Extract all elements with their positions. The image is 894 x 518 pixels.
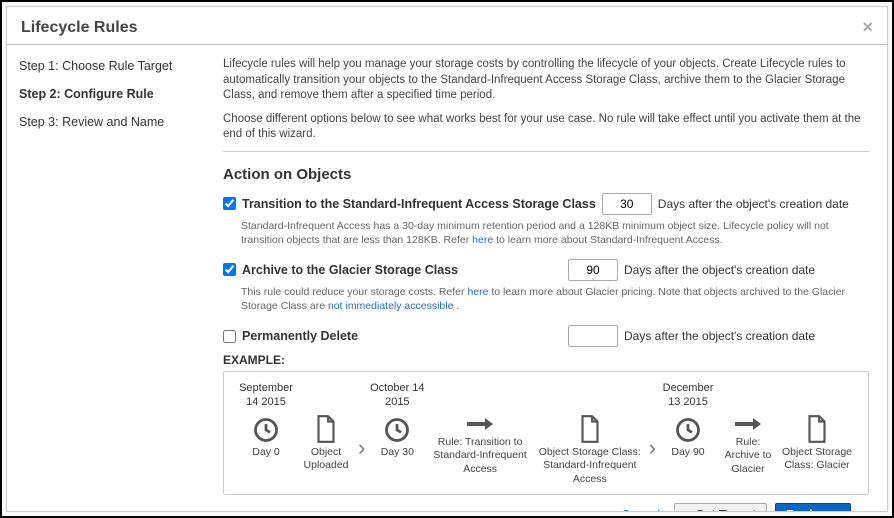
transition-help-suffix: to learn more about Standard-Infrequent … bbox=[493, 234, 722, 246]
transition-help-text: Standard-Infrequent Access has a 30-day … bbox=[241, 219, 869, 247]
archive-help-link[interactable]: here bbox=[467, 286, 488, 298]
chevron-right-icon: › bbox=[649, 407, 656, 461]
timeline-item-uploaded: Object Uploaded bbox=[298, 382, 354, 472]
divider bbox=[223, 151, 869, 152]
dialog-header: Lifecycle Rules × bbox=[7, 7, 887, 45]
delete-days-input[interactable] bbox=[568, 325, 618, 347]
timeline-caption: Rule: Transition to Standard-Infrequent … bbox=[429, 436, 531, 475]
timeline-item-day30: October 14 2015 Day 30 bbox=[369, 382, 425, 459]
timeline-item-class-glacier: Object Storage Class: Glacier bbox=[780, 382, 854, 472]
dialog-footer: Cancel < Set Target Review > bbox=[223, 495, 869, 511]
timeline-item-rule-transition: Rule: Transition to Standard-Infrequent … bbox=[429, 382, 531, 475]
archive-help-prefix: This rule could reduce your storage cost… bbox=[241, 286, 467, 298]
option-transition-row: Transition to the Standard-Infrequent Ac… bbox=[223, 193, 869, 215]
timeline-date bbox=[815, 382, 818, 408]
file-icon bbox=[577, 414, 603, 444]
delete-checkbox[interactable] bbox=[223, 330, 236, 343]
intro-paragraph-2: Choose different options below to see wh… bbox=[223, 112, 869, 143]
archive-help-suffix: . bbox=[453, 300, 459, 312]
timeline-item-class-sia: Object Storage Class: Standard-Infrequen… bbox=[535, 382, 645, 485]
archive-days-input[interactable] bbox=[568, 259, 618, 281]
transition-label: Transition to the Standard-Infrequent Ac… bbox=[242, 197, 596, 211]
example-title: EXAMPLE: bbox=[223, 353, 869, 367]
file-icon bbox=[313, 414, 339, 444]
intro-paragraph-1: Lifecycle rules will help you manage you… bbox=[223, 57, 869, 104]
archive-help-link-2[interactable]: not immediately accessible bbox=[328, 300, 453, 312]
clock-icon bbox=[674, 416, 702, 444]
section-title: Action on Objects bbox=[223, 166, 869, 183]
review-button[interactable]: Review > bbox=[775, 503, 851, 511]
clock-icon bbox=[252, 416, 280, 444]
timeline-date: October 14 2015 bbox=[369, 382, 425, 410]
transition-days-input[interactable] bbox=[602, 193, 652, 215]
archive-help-text: This rule could reduce your storage cost… bbox=[241, 285, 869, 313]
timeline-caption: Day 0 bbox=[252, 446, 279, 459]
timeline-date bbox=[479, 382, 482, 408]
option-archive-row: Archive to the Glacier Storage Class Day… bbox=[223, 259, 869, 281]
intro-text: Lifecycle rules will help you manage you… bbox=[223, 57, 869, 143]
chevron-right-icon: › bbox=[358, 407, 365, 461]
timeline-caption: Object Storage Class: Standard-Infrequen… bbox=[535, 446, 645, 485]
dialog-title: Lifecycle Rules bbox=[21, 19, 138, 37]
file-icon bbox=[804, 414, 830, 444]
timeline-caption: Day 90 bbox=[671, 446, 704, 459]
timeline-item-rule-archive: Rule: Archive to Glacier bbox=[720, 382, 776, 475]
archive-after-text: Days after the object's creation date bbox=[624, 263, 869, 277]
timeline-caption: Object Storage Class: Glacier bbox=[780, 446, 854, 472]
wizard-step-1[interactable]: Step 1: Choose Rule Target bbox=[19, 59, 205, 73]
dialog-body: Step 1: Choose Rule Target Step 2: Confi… bbox=[7, 45, 887, 511]
timeline-caption: Day 30 bbox=[381, 446, 414, 459]
wizard-step-3[interactable]: Step 3: Review and Name bbox=[19, 115, 205, 129]
archive-checkbox[interactable] bbox=[223, 263, 236, 276]
lifecycle-rules-dialog: Lifecycle Rules × Step 1: Choose Rule Ta… bbox=[6, 6, 888, 512]
delete-after-text: Days after the object's creation date bbox=[624, 329, 869, 343]
timeline-caption: Object Uploaded bbox=[298, 446, 354, 472]
delete-label: Permanently Delete bbox=[242, 329, 358, 343]
arrow-right-icon bbox=[465, 414, 495, 434]
timeline: September 14 2015 Day 0 Object Uploaded bbox=[238, 382, 854, 485]
transition-checkbox[interactable] bbox=[223, 197, 236, 210]
main-content: Lifecycle rules will help you manage you… bbox=[217, 45, 887, 511]
timeline-date bbox=[324, 382, 327, 408]
wizard-step-2[interactable]: Step 2: Configure Rule bbox=[19, 87, 205, 101]
timeline-date bbox=[588, 382, 591, 408]
example-box: September 14 2015 Day 0 Object Uploaded bbox=[223, 371, 869, 494]
archive-label: Archive to the Glacier Storage Class bbox=[242, 263, 458, 277]
option-delete-row: Permanently Delete Days after the object… bbox=[223, 325, 869, 347]
wizard-steps-sidebar: Step 1: Choose Rule Target Step 2: Confi… bbox=[7, 45, 217, 511]
arrow-right-icon bbox=[733, 414, 763, 434]
timeline-item-day90: December 13 2015 Day 90 bbox=[660, 382, 716, 459]
timeline-date: December 13 2015 bbox=[660, 382, 716, 410]
clock-icon bbox=[383, 416, 411, 444]
close-icon[interactable]: × bbox=[862, 17, 873, 38]
cancel-button[interactable]: Cancel bbox=[621, 508, 660, 511]
timeline-date: September 14 2015 bbox=[238, 382, 294, 410]
timeline-date bbox=[746, 382, 749, 408]
transition-after-text: Days after the object's creation date bbox=[658, 197, 869, 211]
timeline-caption: Rule: Archive to Glacier bbox=[720, 436, 776, 475]
set-target-button[interactable]: < Set Target bbox=[674, 503, 767, 511]
transition-help-link[interactable]: here bbox=[472, 234, 493, 246]
timeline-item-day0: September 14 2015 Day 0 bbox=[238, 382, 294, 459]
